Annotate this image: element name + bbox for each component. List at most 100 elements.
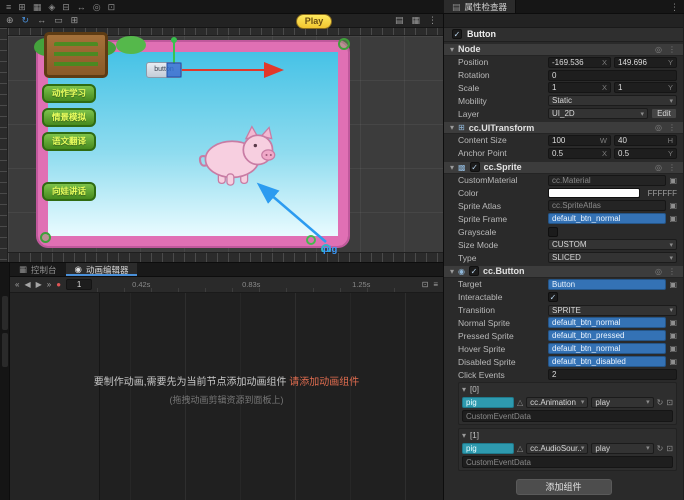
section-menu-icon[interactable]: ⋮ bbox=[667, 267, 677, 276]
tab-console[interactable]: ▦ 控制台 bbox=[10, 263, 66, 276]
help-icon[interactable]: ◎ bbox=[654, 267, 663, 276]
content-size-w-input[interactable]: 100 W bbox=[548, 134, 611, 146]
scale-x-input[interactable]: 1X bbox=[548, 82, 611, 94]
pressed-sprite-field[interactable]: default_btn_pressed bbox=[548, 330, 667, 342]
help-icon[interactable]: ◎ bbox=[654, 163, 663, 172]
select-tool-icon[interactable]: ⊕ bbox=[6, 15, 14, 26]
event-options-icon[interactable]: ⊡ bbox=[666, 444, 673, 453]
asset-picker-icon[interactable]: ▣ bbox=[669, 331, 677, 340]
refresh-icon[interactable]: ↻ bbox=[657, 444, 664, 453]
anchor-y-input[interactable]: 0.5 Y bbox=[614, 147, 677, 159]
custom-event-data-input[interactable]: CustomEventData bbox=[462, 410, 673, 422]
section-menu-icon[interactable]: ⋮ bbox=[667, 163, 677, 172]
timeline-area[interactable]: 要制作动画,需要先为当前节点添加动画组件 请添加动画组件 (拖拽动画剪辑资源到面… bbox=[10, 293, 443, 500]
tab-inspector[interactable]: ▤ 属性检查器 bbox=[444, 0, 517, 13]
collapsed-panel-tab[interactable] bbox=[1, 296, 8, 330]
help-icon[interactable]: ◎ bbox=[654, 45, 663, 54]
transition-select[interactable]: SPRITE ▾ bbox=[548, 304, 677, 316]
button-enabled-checkbox[interactable]: ✓ bbox=[469, 266, 479, 277]
target-field[interactable]: Button bbox=[548, 278, 667, 290]
event-component-select[interactable]: cc.AudioSour... ▾ bbox=[526, 442, 589, 454]
collapsed-panel-tab[interactable] bbox=[1, 333, 8, 367]
collapse-icon[interactable]: ▾ bbox=[462, 385, 466, 394]
target-icon[interactable]: ◎ bbox=[93, 0, 101, 14]
asset-picker-icon[interactable]: ▣ bbox=[669, 201, 677, 210]
rect-tool-icon[interactable]: ▭ bbox=[54, 15, 63, 26]
asset-picker-icon[interactable]: ▣ bbox=[669, 357, 677, 366]
event-component-select[interactable]: cc.Animation ▾ bbox=[526, 396, 589, 408]
timeline-menu-icon[interactable]: ≡ bbox=[433, 280, 438, 289]
add-animation-component-link[interactable]: 请添加动画组件 bbox=[289, 377, 359, 388]
prev-frame-icon[interactable]: ◀ bbox=[24, 280, 30, 289]
tab-animation-editor[interactable]: ◉ 动画编辑器 bbox=[65, 263, 138, 276]
event-target-node-field[interactable]: pig bbox=[462, 442, 514, 454]
collapse-icon[interactable]: ▾ bbox=[462, 431, 466, 440]
sprite-atlas-field[interactable]: cc.SpriteAtlas bbox=[548, 200, 667, 212]
view-mode-icon[interactable]: ▤ bbox=[395, 15, 404, 26]
event-handler-select[interactable]: play ▾ bbox=[591, 442, 654, 454]
play-button[interactable]: Play bbox=[296, 14, 332, 29]
event-handler-select[interactable]: play ▾ bbox=[591, 396, 654, 408]
layer-select[interactable]: UI_2D ▾ bbox=[548, 108, 648, 120]
asset-picker-icon[interactable]: ▣ bbox=[669, 176, 677, 185]
node-picker-icon[interactable]: ▣ bbox=[669, 280, 677, 289]
collapse-icon[interactable]: ▾ bbox=[450, 163, 454, 172]
layout-icon[interactable]: ⊞ bbox=[18, 0, 26, 14]
add-component-button[interactable]: 添加组件 bbox=[515, 479, 612, 495]
more-options-icon[interactable]: ⋮ bbox=[665, 0, 684, 13]
asset-picker-icon[interactable]: ▣ bbox=[669, 318, 677, 327]
scene-menu-icon[interactable]: ⋮ bbox=[428, 15, 437, 26]
anchor-x-input[interactable]: 0.5 X bbox=[548, 147, 611, 159]
next-frame-icon[interactable]: » bbox=[47, 280, 51, 289]
current-frame-input[interactable]: 1 bbox=[66, 279, 93, 290]
move-tool-icon[interactable]: ↔ bbox=[77, 0, 86, 14]
color-swatch[interactable] bbox=[548, 188, 640, 199]
timeline-ruler[interactable]: 0.42s 0.83s 1.25s bbox=[97, 277, 417, 292]
refresh-icon[interactable]: ↻ bbox=[657, 398, 664, 407]
first-frame-icon[interactable]: « bbox=[15, 280, 19, 289]
asset-picker-icon[interactable]: ▣ bbox=[669, 214, 677, 223]
transform-gizmo[interactable] bbox=[8, 36, 444, 252]
anchor-tool-icon[interactable]: ⊞ bbox=[71, 15, 79, 26]
frame-icon[interactable]: ⊡ bbox=[108, 0, 116, 14]
collapse-icon[interactable]: ▾ bbox=[450, 123, 454, 132]
type-select[interactable]: SLICED ▾ bbox=[548, 252, 677, 264]
size-mode-select[interactable]: CUSTOM ▾ bbox=[548, 239, 677, 251]
content-size-h-input[interactable]: 40 H bbox=[614, 134, 677, 146]
position-x-input[interactable]: -169.536 X bbox=[548, 56, 611, 68]
help-icon[interactable]: ◎ bbox=[654, 123, 663, 132]
custom-event-data-input[interactable]: CustomEventData bbox=[462, 456, 673, 468]
collapse-icon[interactable]: ▾ bbox=[450, 267, 454, 276]
move-gizmo-center[interactable] bbox=[166, 62, 182, 78]
grid-icon[interactable]: ▦ bbox=[33, 0, 42, 14]
rotate-tool-icon[interactable]: ↻ bbox=[22, 15, 30, 26]
grid-toggle-icon[interactable]: ▦ bbox=[411, 15, 420, 26]
collapse-icon[interactable]: ⊟ bbox=[62, 0, 70, 14]
y-axis-gizmo-handle[interactable] bbox=[171, 37, 177, 43]
grayscale-checkbox[interactable] bbox=[548, 226, 558, 237]
custom-material-field[interactable]: cc.Material bbox=[548, 174, 667, 186]
mobility-select[interactable]: Static ▾ bbox=[548, 95, 677, 107]
hover-sprite-field[interactable]: default_btn_normal bbox=[548, 343, 667, 355]
position-y-input[interactable]: 149.696 Y bbox=[614, 56, 677, 68]
record-icon[interactable]: ● bbox=[56, 280, 61, 289]
disabled-sprite-field[interactable]: default_btn_disabled bbox=[548, 356, 667, 368]
scale-y-input[interactable]: 1Y bbox=[614, 82, 677, 94]
sprite-enabled-checkbox[interactable]: ✓ bbox=[469, 162, 480, 173]
timeline-settings-icon[interactable]: ⊡ bbox=[422, 280, 429, 289]
play-animation-icon[interactable]: ▶ bbox=[36, 280, 42, 289]
section-menu-icon[interactable]: ⋮ bbox=[667, 123, 677, 132]
normal-sprite-field[interactable]: default_btn_normal bbox=[548, 317, 667, 329]
move-tool-icon[interactable]: ↔ bbox=[37, 15, 46, 26]
layer-edit-button[interactable]: Edit bbox=[651, 108, 677, 120]
collapse-icon[interactable]: ▾ bbox=[450, 45, 454, 54]
anchor-handle-green[interactable] bbox=[306, 235, 316, 245]
event-target-node-field[interactable]: pig bbox=[462, 396, 514, 408]
interactable-checkbox[interactable]: ✓ bbox=[548, 292, 558, 303]
sprite-frame-field[interactable]: default_btn_normal bbox=[548, 213, 667, 225]
rotation-input[interactable]: 0 bbox=[548, 69, 677, 81]
node-active-checkbox[interactable]: ✓ bbox=[452, 29, 462, 40]
asset-picker-icon[interactable]: ▣ bbox=[669, 344, 677, 353]
gizmo-icon[interactable]: ◈ bbox=[48, 0, 55, 14]
section-menu-icon[interactable]: ⋮ bbox=[667, 45, 677, 54]
